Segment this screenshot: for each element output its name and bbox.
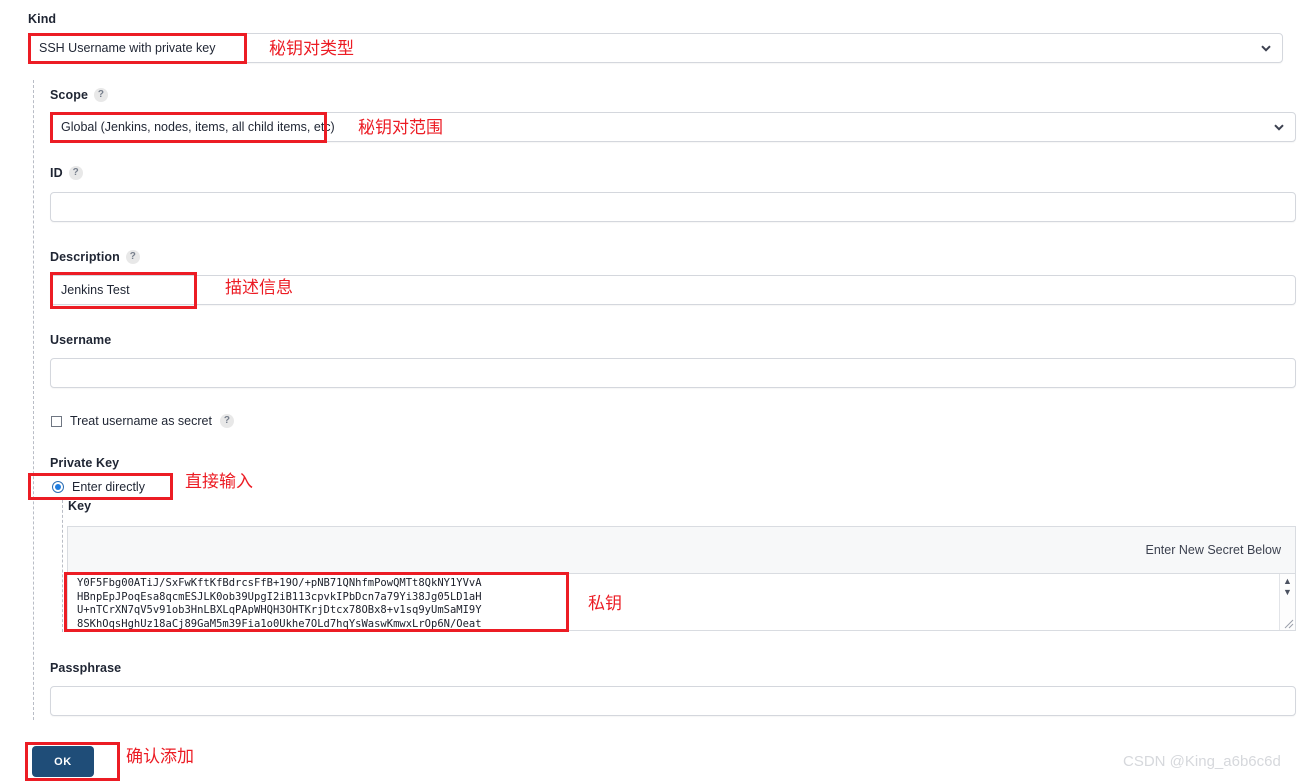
description-label-text: Description (50, 250, 120, 264)
kind-label: Kind (28, 11, 56, 27)
description-input-value: Jenkins Test (61, 283, 130, 297)
passphrase-input[interactable] (50, 686, 1296, 716)
scope-select-value: Global (Jenkins, nodes, items, all child… (61, 120, 335, 134)
help-icon[interactable]: ? (94, 88, 109, 102)
kind-select[interactable]: SSH Username with private key (28, 33, 1283, 63)
watermark: CSDN @King_a6b6c6d (1123, 753, 1281, 770)
scope-label-text: Scope (50, 88, 89, 102)
kind-label-text: Kind (28, 12, 57, 26)
scope-label: Scope ? (50, 87, 109, 103)
credentials-form-page: Kind SSH Username with private key 秘钥对类型… (0, 0, 1316, 783)
scope-select[interactable]: Global (Jenkins, nodes, items, all child… (50, 112, 1296, 142)
ok-annotation-text: 确认添加 (126, 747, 194, 766)
username-label: Username (50, 332, 111, 348)
nested-block-guide-upper (33, 80, 34, 720)
id-label: ID ? (50, 165, 83, 181)
resize-grip-icon[interactable] (1281, 616, 1294, 629)
private-key-annotation-text: 私钥 (588, 594, 622, 613)
enter-directly-label: Enter directly (72, 480, 145, 494)
passphrase-label-text: Passphrase (50, 661, 122, 675)
private-key-text: Y0F5Fbg00ATiJ/SxFwKftKfBdrcsFfB+19O/+pNB… (77, 577, 482, 630)
enter-directly-annotation-text: 直接输入 (185, 472, 253, 491)
triangle-down-icon[interactable]: ▼ (1283, 588, 1292, 597)
private-key-label-text: Private Key (50, 456, 120, 470)
description-label: Description ? (50, 249, 140, 265)
treat-username-as-secret-checkbox[interactable] (51, 415, 62, 427)
description-annotation-text: 描述信息 (225, 278, 293, 297)
id-label-text: ID (50, 166, 63, 180)
help-icon[interactable]: ? (219, 414, 234, 428)
help-icon[interactable]: ? (125, 250, 140, 264)
enter-directly-radio[interactable] (52, 481, 64, 493)
kind-annotation-text: 秘钥对类型 (269, 39, 354, 58)
id-input[interactable] (50, 192, 1296, 222)
treat-username-as-secret-row[interactable]: Treat username as secret ? (51, 414, 234, 428)
triangle-up-icon[interactable]: ▲ (1283, 577, 1292, 586)
private-key-label: Private Key (50, 455, 119, 471)
key-label: Key (68, 498, 91, 514)
scope-annotation-text: 秘钥对范围 (358, 118, 443, 137)
username-input[interactable] (50, 358, 1296, 388)
chevron-down-icon (1273, 121, 1285, 133)
username-label-text: Username (50, 333, 112, 347)
ok-button[interactable]: OK (32, 746, 94, 777)
chevron-down-icon (1260, 42, 1272, 54)
treat-username-as-secret-label: Treat username as secret (70, 414, 212, 428)
secret-hint-text: Enter New Secret Below (1145, 543, 1281, 557)
kind-select-value: SSH Username with private key (39, 41, 216, 55)
passphrase-label: Passphrase (50, 660, 121, 676)
private-key-textarea[interactable]: Y0F5Fbg00ATiJ/SxFwKftKfBdrcsFfB+19O/+pNB… (67, 573, 1296, 631)
secret-hint-bar: Enter New Secret Below (67, 526, 1296, 573)
nested-block-guide-key (62, 500, 63, 632)
enter-directly-radio-row[interactable]: Enter directly (52, 480, 145, 494)
help-icon[interactable]: ? (68, 166, 83, 180)
key-label-text: Key (68, 499, 92, 513)
